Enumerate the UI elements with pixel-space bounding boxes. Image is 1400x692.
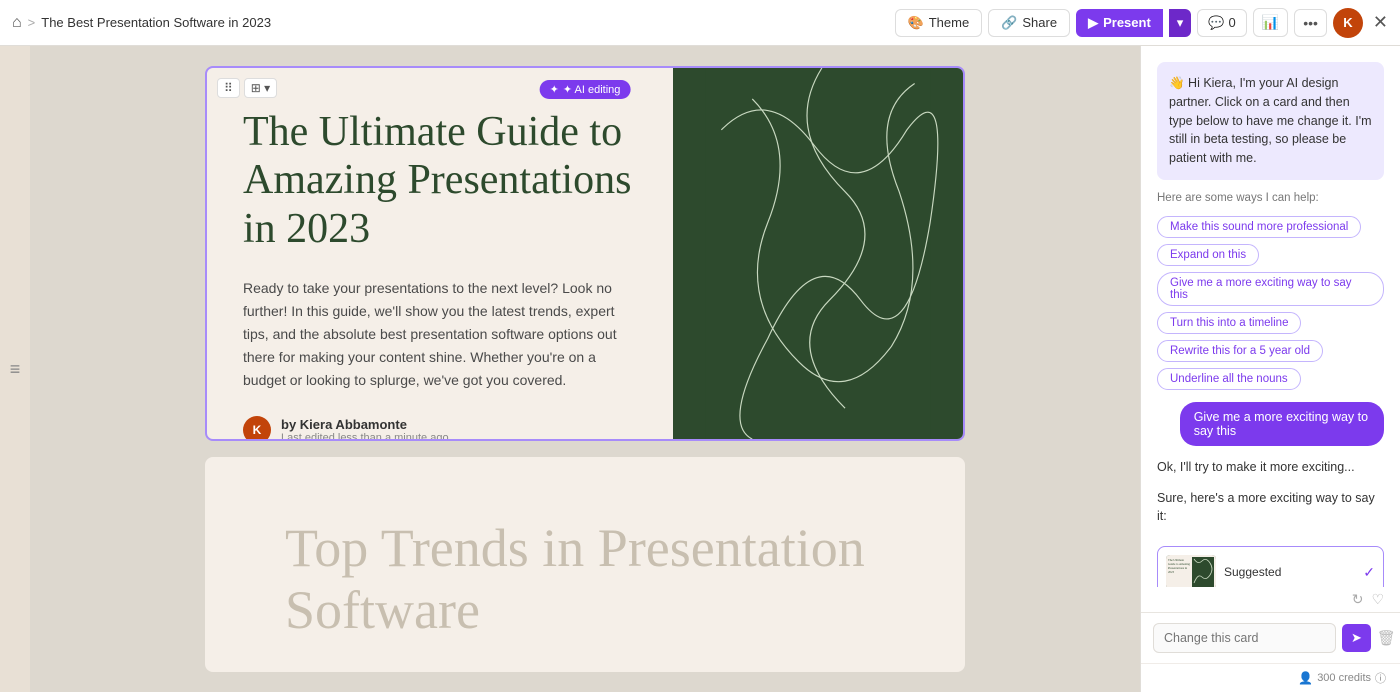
- chat-messages: 👋 Hi Kiera, I'm your AI design partner. …: [1141, 46, 1400, 587]
- home-icon[interactable]: ⌂: [12, 14, 22, 32]
- topbar: ⌂ > The Best Presentation Software in 20…: [0, 0, 1400, 46]
- more-button[interactable]: •••: [1294, 9, 1327, 37]
- comment-icon: 💬: [1208, 15, 1224, 31]
- card-drag-handle[interactable]: ⠿: [217, 78, 240, 98]
- chat-input[interactable]: [1153, 623, 1336, 653]
- thumbs-up-button[interactable]: ↻: [1352, 591, 1364, 608]
- share-icon: 🔗: [1001, 15, 1017, 31]
- slide-content: The Ultimate Guide to Amazing Presentati…: [207, 68, 673, 439]
- thumbs-down-button[interactable]: ♡: [1371, 591, 1384, 608]
- svg-text:2023: 2023: [1168, 570, 1175, 574]
- ai-editing-badge: ✦ ✦ AI editing: [540, 80, 631, 99]
- topbar-left: ⌂ > The Best Presentation Software in 20…: [12, 14, 887, 32]
- present-caret-button[interactable]: ▾: [1169, 9, 1192, 37]
- chart-button[interactable]: 📊: [1253, 8, 1288, 37]
- canvas-area: ⠿ ⊞ ▾ ✦ ✦ AI editing The Ultimate Guide …: [30, 46, 1140, 692]
- slide-body: Ready to take your presentations to the …: [243, 277, 637, 392]
- breadcrumb-separator: >: [28, 15, 36, 30]
- suggestion-chip-4[interactable]: Rewrite this for a 5 year old: [1157, 340, 1323, 362]
- user-message: Give me a more exciting way to say this: [1180, 402, 1384, 446]
- ai-response-2: Sure, here's a more exciting way to say …: [1157, 489, 1384, 527]
- chat-input-area: ➤ 🗑: [1141, 612, 1400, 663]
- version-suggested-label: Suggested: [1224, 565, 1355, 579]
- suggestion-chip-1[interactable]: Expand on this: [1157, 244, 1259, 266]
- chat-delete-button[interactable]: 🗑: [1377, 629, 1396, 647]
- breadcrumb-title: The Best Presentation Software in 2023: [41, 15, 271, 30]
- avatar[interactable]: K: [1333, 8, 1363, 38]
- feedback-row: ↻ ♡: [1141, 587, 1400, 612]
- slide-decoration-svg: [673, 68, 963, 439]
- comments-button[interactable]: 💬 0: [1197, 9, 1246, 37]
- theme-button[interactable]: 🎨 Theme: [895, 9, 983, 37]
- present-button[interactable]: ▶ Present: [1076, 9, 1163, 37]
- suggestions-label: Here are some ways I can help:: [1157, 192, 1384, 204]
- slide-2-title: Top Trends in Presentation Software: [285, 517, 885, 641]
- slide-card-2[interactable]: Top Trends in Presentation Software: [205, 457, 965, 672]
- credits-text: 300 credits: [1317, 672, 1371, 684]
- author-name: by Kiera Abbamonte: [281, 417, 449, 432]
- version-thumb-suggested: The Ultimate Guide to Amazing Presentati…: [1166, 555, 1216, 587]
- version-card-suggested[interactable]: The Ultimate Guide to Amazing Presentati…: [1157, 546, 1384, 587]
- slide-image: [673, 68, 963, 439]
- ai-badge-icon: ✦: [550, 83, 559, 96]
- suggestion-chip-5[interactable]: Underline all the nouns: [1157, 368, 1301, 390]
- card-toolbar: ⠿ ⊞ ▾: [217, 78, 277, 98]
- version-cards: The Ultimate Guide to Amazing Presentati…: [1157, 546, 1384, 587]
- close-button[interactable]: ✕: [1373, 12, 1388, 33]
- share-button[interactable]: 🔗 Share: [988, 9, 1070, 37]
- chat-send-button[interactable]: ➤: [1342, 624, 1371, 652]
- suggestions-list: Make this sound more professional Expand…: [1157, 216, 1384, 390]
- credits-bar: 👤 300 credits ⓘ: [1141, 663, 1400, 692]
- menu-icon[interactable]: ≡: [10, 359, 21, 380]
- card-view-button[interactable]: ⊞ ▾: [244, 78, 277, 98]
- slide-card-1[interactable]: ⠿ ⊞ ▾ ✦ ✦ AI editing The Ultimate Guide …: [205, 66, 965, 441]
- credits-info-icon: ⓘ: [1375, 670, 1386, 686]
- credits-user-icon: 👤: [1298, 671, 1313, 685]
- left-sidebar-toggle[interactable]: ≡: [0, 46, 30, 692]
- play-icon: ▶: [1088, 15, 1098, 31]
- ai-response-1: Ok, I'll try to make it more exciting...: [1157, 458, 1384, 477]
- suggestion-chip-3[interactable]: Turn this into a timeline: [1157, 312, 1301, 334]
- palette-icon: 🎨: [908, 15, 924, 31]
- ai-greeting: 👋 Hi Kiera, I'm your AI design partner. …: [1157, 62, 1384, 180]
- author-info: by Kiera Abbamonte Last edited less than…: [281, 417, 449, 441]
- suggestion-chip-0[interactable]: Make this sound more professional: [1157, 216, 1361, 238]
- author-time: Last edited less than a minute ago: [281, 432, 449, 441]
- author-avatar: K: [243, 416, 271, 441]
- right-panel: 👋 Hi Kiera, I'm your AI design partner. …: [1140, 46, 1400, 692]
- slide-author: K by Kiera Abbamonte Last edited less th…: [243, 416, 637, 441]
- topbar-actions: 🎨 Theme 🔗 Share ▶ Present ▾ 💬 0 📊 ••• K …: [895, 8, 1388, 38]
- slide-title: The Ultimate Guide to Amazing Presentati…: [243, 108, 637, 253]
- version-check-icon: ✓: [1363, 564, 1375, 581]
- suggestion-chip-2[interactable]: Give me a more exciting way to say this: [1157, 272, 1384, 306]
- main-layout: ≡ ⠿ ⊞ ▾ ✦ ✦ AI editing The Ultimate Guid…: [0, 46, 1400, 692]
